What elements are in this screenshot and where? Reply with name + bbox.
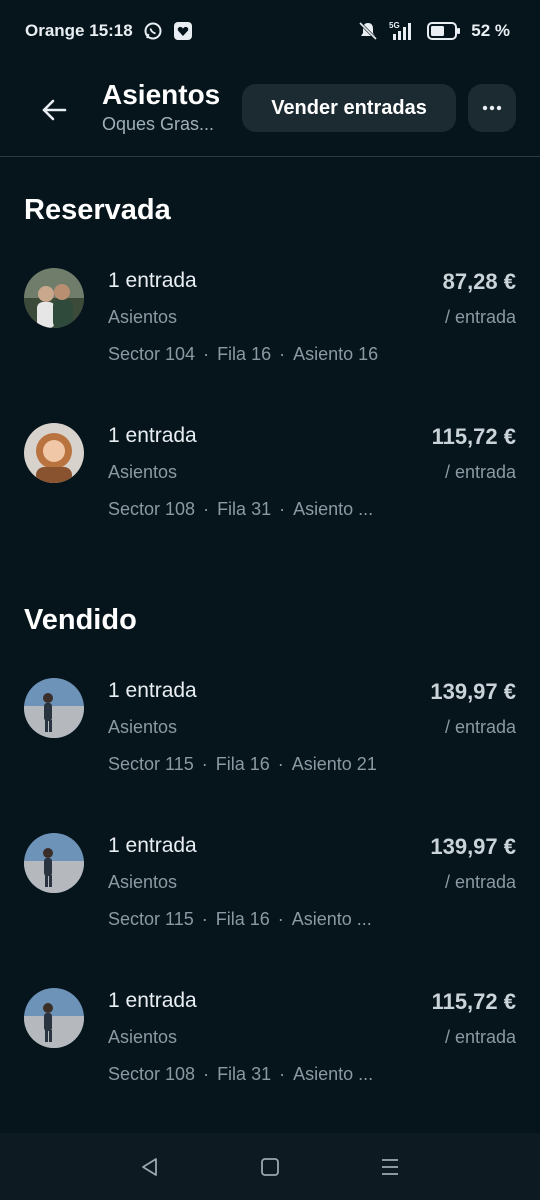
ticket-quantity: 1 entrada — [108, 679, 197, 702]
triangle-back-icon — [142, 1157, 157, 1176]
avatar — [24, 988, 84, 1048]
nav-home-button[interactable] — [250, 1147, 290, 1187]
ticket-price: 115,72 € — [431, 989, 516, 1014]
ticket-price: 115,72 € — [431, 424, 516, 449]
separator-dot: · — [203, 1064, 210, 1084]
list-item[interactable]: 1 entrada Asientos Sector 108 · Fila 31 · As… — [0, 423, 540, 543]
whatsapp-icon — [143, 21, 163, 41]
event-subtitle: Oques Gras... — [102, 114, 215, 134]
ticket-type: Asientos — [108, 717, 178, 737]
avatar — [24, 423, 84, 483]
app-header: Asientos Oques Gras... Vender entradas — [0, 62, 540, 157]
separator-dot: · — [279, 344, 286, 364]
row-label: Fila 31 — [217, 1064, 272, 1084]
menu-lines-icon — [382, 1158, 398, 1175]
section-title-sold: Vendido — [24, 604, 137, 636]
title-block: Asientos Oques Gras... — [102, 78, 232, 136]
list-item[interactable]: 1 entrada Asientos Sector 115 · Fila 16 · As… — [0, 833, 540, 953]
sector-label: Sector 115 — [108, 754, 194, 774]
row-label: Fila 16 — [215, 754, 270, 774]
sector-label: Sector 108 — [108, 1064, 196, 1084]
separator-dot: · — [201, 754, 208, 774]
more-dots-icon — [482, 105, 502, 111]
ticket-price: 139,97 € — [430, 834, 516, 859]
more-options-button[interactable] — [468, 84, 516, 132]
price-unit: / entrada — [444, 872, 516, 892]
section-title-reserved: Reservada — [24, 194, 171, 226]
price-unit: / entrada — [444, 462, 516, 482]
row-label: Fila 16 — [217, 344, 272, 364]
avatar — [24, 833, 84, 893]
ticket-price: 87,28 € — [442, 269, 516, 294]
ticket-quantity: 1 entrada — [108, 989, 197, 1012]
sell-tickets-button[interactable]: Vender entradas — [242, 84, 456, 132]
seat-details: Sector 115 · Fila 16 · Asiento 21 — [108, 754, 408, 775]
seat-label: Asiento ... — [291, 909, 372, 929]
seat-details: Sector 115 · Fila 16 · Asiento ... — [108, 909, 408, 930]
page-title: Asientos — [102, 79, 221, 110]
battery-percent: 52 % — [471, 21, 510, 40]
battery-icon — [427, 21, 461, 41]
carrier-time: Orange 15:18 — [25, 21, 133, 40]
system-nav-bar — [0, 1133, 540, 1200]
list-item[interactable]: 1 entrada Asientos Sector 104 · Fila 16 · As… — [0, 268, 540, 388]
separator-dot: · — [277, 754, 284, 774]
seat-details: Sector 108 · Fila 31 · Asiento ... — [108, 1064, 408, 1085]
price-unit: / entrada — [444, 717, 516, 737]
arrow-left-icon — [42, 99, 67, 121]
row-label: Fila 16 — [215, 909, 270, 929]
sector-label: Sector 115 — [108, 909, 194, 929]
ticket-price: 139,97 € — [430, 679, 516, 704]
signal-icon: 5G — [389, 20, 417, 42]
ticket-quantity: 1 entrada — [108, 269, 197, 292]
sector-label: Sector 108 — [108, 499, 196, 519]
ticket-type: Asientos — [108, 307, 178, 327]
mute-icon — [357, 20, 379, 42]
seat-label: Asiento ... — [293, 499, 374, 519]
status-bar: Orange 15:18 5G 52 % — [0, 0, 540, 62]
seat-details: Sector 108 · Fila 31 · Asiento ... — [108, 499, 408, 520]
ticket-quantity: 1 entrada — [108, 424, 197, 447]
price-unit: / entrada — [444, 1027, 516, 1047]
nav-back-button[interactable] — [130, 1147, 170, 1187]
app-badge-icon — [173, 21, 193, 41]
ticket-type: Asientos — [108, 462, 178, 482]
separator-dot: · — [277, 909, 284, 929]
seat-details: Sector 104 · Fila 16 · Asiento 16 — [108, 344, 408, 365]
separator-dot: · — [279, 499, 286, 519]
nav-recents-button[interactable] — [370, 1147, 410, 1187]
list-item[interactable]: 1 entrada Asientos Sector 115 · Fila 16 · As… — [0, 678, 540, 798]
seat-label: Asiento 16 — [293, 344, 379, 364]
seat-label: Asiento 21 — [291, 754, 377, 774]
avatar — [24, 678, 84, 738]
seat-label: Asiento ... — [293, 1064, 374, 1084]
separator-dot: · — [203, 344, 210, 364]
square-home-icon — [261, 1157, 279, 1176]
back-button[interactable] — [30, 86, 78, 134]
list-item[interactable]: 1 entrada Asientos Sector 108 · Fila 31 · As… — [0, 988, 540, 1108]
separator-dot: · — [279, 1064, 286, 1084]
ticket-quantity: 1 entrada — [108, 834, 197, 857]
price-unit: / entrada — [444, 307, 516, 327]
row-label: Fila 31 — [217, 499, 272, 519]
svg-text:5G: 5G — [389, 21, 400, 30]
avatar — [24, 268, 84, 328]
separator-dot: · — [203, 499, 210, 519]
sector-label: Sector 104 — [108, 344, 196, 364]
ticket-type: Asientos — [108, 872, 178, 892]
separator-dot: · — [201, 909, 208, 929]
ticket-type: Asientos — [108, 1027, 178, 1047]
